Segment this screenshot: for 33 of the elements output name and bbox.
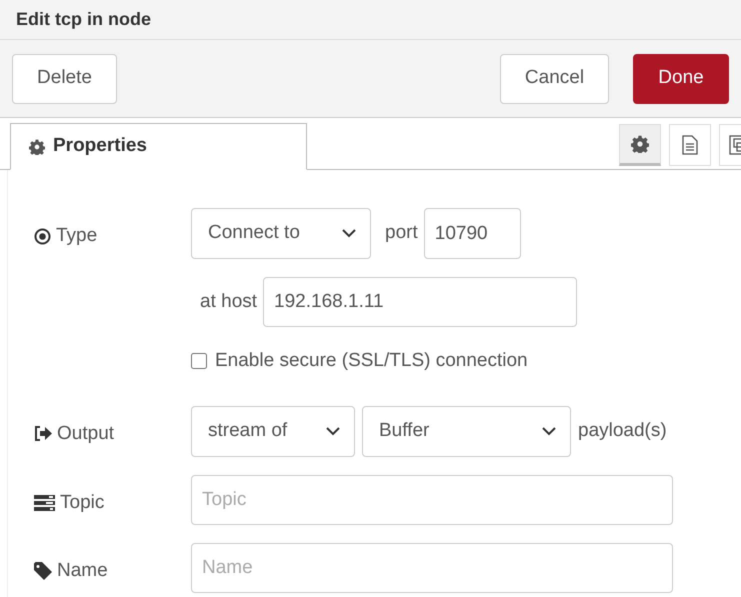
port-label: port bbox=[385, 221, 418, 246]
tasks-icon bbox=[34, 494, 55, 511]
sidebar-tab-button[interactable] bbox=[669, 124, 711, 166]
tag-icon bbox=[34, 562, 52, 580]
chevron-down-icon bbox=[326, 426, 340, 436]
chevron-down-icon bbox=[542, 426, 556, 436]
output-format-select[interactable]: Buffer bbox=[362, 406, 571, 456]
output-label: Output bbox=[57, 422, 114, 446]
done-button[interactable]: Done bbox=[633, 54, 729, 104]
radio-target-icon bbox=[34, 228, 51, 245]
host-label: at host bbox=[200, 290, 258, 314]
delete-button[interactable]: Delete bbox=[12, 54, 117, 104]
gear-icon bbox=[29, 138, 45, 154]
sidebar-tab-button[interactable] bbox=[619, 124, 661, 166]
secure-checkbox[interactable] bbox=[191, 353, 207, 370]
chevron-down-icon bbox=[342, 229, 356, 238]
payload-label: payload(s) bbox=[578, 418, 667, 443]
output-mode-select[interactable]: stream of bbox=[191, 406, 355, 456]
type-label: Type bbox=[56, 224, 98, 248]
host-field[interactable]: 192.168.1.11 bbox=[263, 277, 578, 327]
type-select[interactable]: Connect to bbox=[191, 208, 371, 259]
sign-out-icon bbox=[34, 426, 52, 442]
secure-label: Enable secure (SSL/TLS) connection bbox=[215, 349, 528, 373]
cancel-button[interactable]: Cancel bbox=[500, 54, 609, 104]
window-title: Edit tcp in node bbox=[16, 8, 151, 31]
document-icon bbox=[682, 135, 698, 155]
gear-icon bbox=[631, 135, 649, 153]
name-field[interactable]: Name bbox=[191, 542, 673, 592]
name-label: Name bbox=[57, 558, 108, 582]
properties-tab[interactable]: Properties bbox=[10, 123, 307, 170]
topic-label: Topic bbox=[60, 490, 104, 514]
port-field[interactable]: 10790 bbox=[424, 208, 521, 259]
topic-field[interactable]: Topic bbox=[191, 474, 673, 524]
